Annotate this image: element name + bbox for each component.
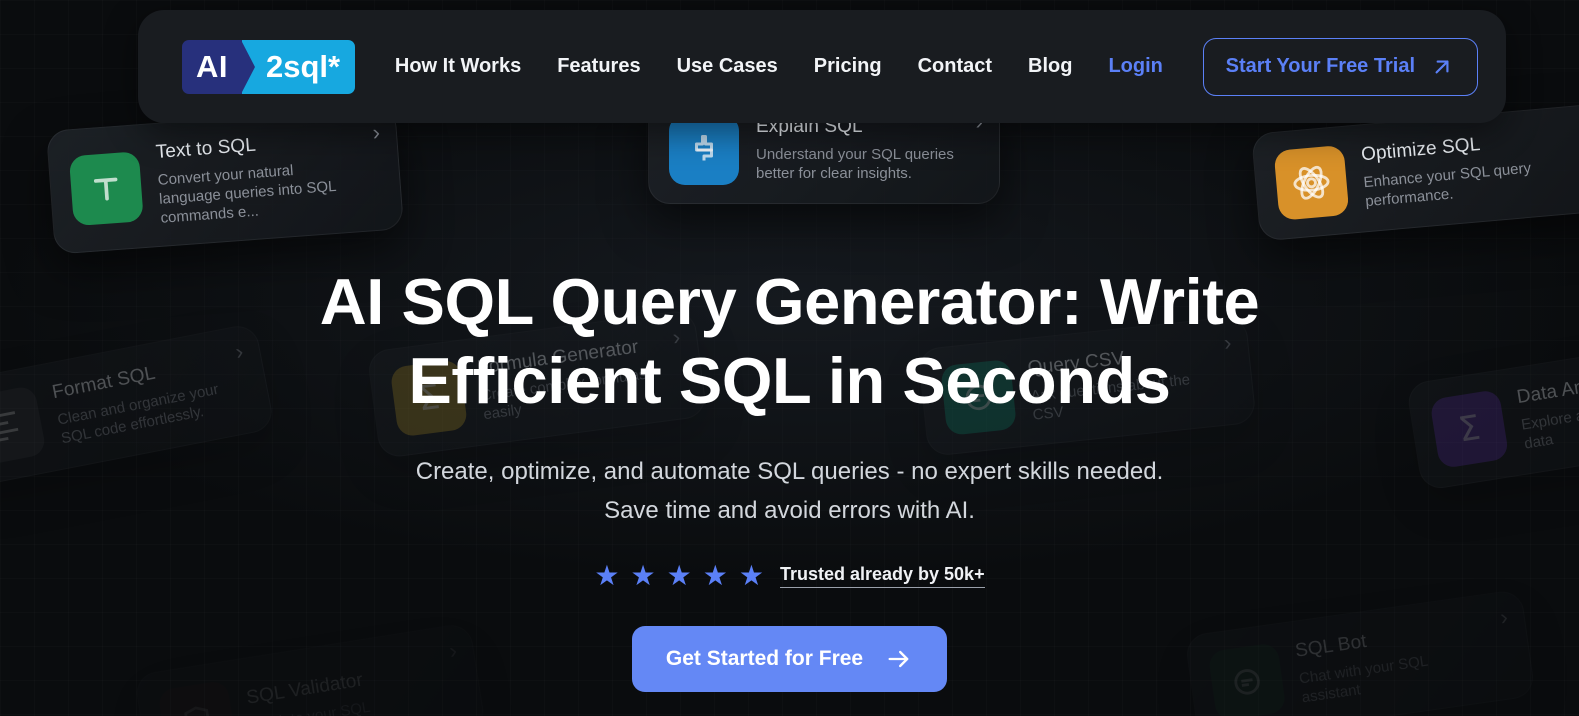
star-icon: ★ — [702, 559, 728, 591]
get-started-button[interactable]: Get Started for Free — [631, 625, 948, 692]
rating-block: ★ ★ ★ ★ ★ Trusted already by 50k+ — [0, 559, 1579, 591]
cta-wrapper: Get Started for Free — [0, 625, 1579, 692]
star-icon: ★ — [630, 559, 656, 591]
page-title: AI SQL Query Generator: Write Efficient … — [319, 265, 1260, 418]
site-header: AI 2sql* How It Works Features Use Cases… — [138, 10, 1506, 123]
star-rating: ★ ★ ★ ★ ★ — [594, 559, 764, 591]
nav-link-how-it-works[interactable]: How It Works — [377, 55, 539, 78]
nav-link-contact[interactable]: Contact — [900, 55, 1010, 78]
feature-card-text-to-sql[interactable]: Text to SQL Convert your natural languag… — [45, 105, 405, 256]
nav-link-login[interactable]: Login — [1090, 55, 1180, 78]
atom-icon — [1273, 144, 1350, 221]
nav-link-features[interactable]: Features — [539, 55, 658, 78]
logo-2sql-text: 2sql* — [242, 39, 356, 94]
trust-text: Trusted already by 50k+ — [779, 564, 985, 588]
hero-section: AI SQL Query Generator: Write Efficient … — [0, 262, 1579, 692]
paintbrush-icon — [669, 115, 739, 185]
start-free-trial-label: Start Your Free Trial — [1225, 55, 1415, 77]
arrow-right-icon — [885, 645, 913, 673]
logo-ai-text: AI — [182, 39, 255, 94]
nav-link-blog[interactable]: Blog — [1010, 55, 1090, 78]
get-started-label: Get Started for Free — [665, 646, 864, 670]
nav-link-use-cases[interactable]: Use Cases — [659, 55, 796, 78]
letter-t-icon — [68, 151, 144, 227]
feature-card-optimize-sql[interactable]: Optimize SQL Enhance your SQL query perf… — [1250, 102, 1579, 242]
start-free-trial-button[interactable]: Start Your Free Trial — [1202, 37, 1478, 96]
nav-link-pricing[interactable]: Pricing — [796, 55, 900, 78]
logo[interactable]: AI 2sql* — [182, 39, 356, 94]
chevron-right-icon: › — [371, 119, 381, 146]
feature-card-description: Convert your natural language queries in… — [157, 161, 337, 227]
star-icon: ★ — [666, 559, 692, 591]
hero-subtitle: Create, optimize, and automate SQL queri… — [415, 457, 1164, 525]
main-navigation: How It Works Features Use Cases Pricing … — [355, 55, 1203, 78]
arrow-up-right-icon — [1429, 54, 1455, 80]
star-icon: ★ — [738, 559, 764, 591]
star-icon: ★ — [594, 559, 620, 591]
feature-card-description: Understand your SQL queries better for c… — [756, 146, 954, 183]
